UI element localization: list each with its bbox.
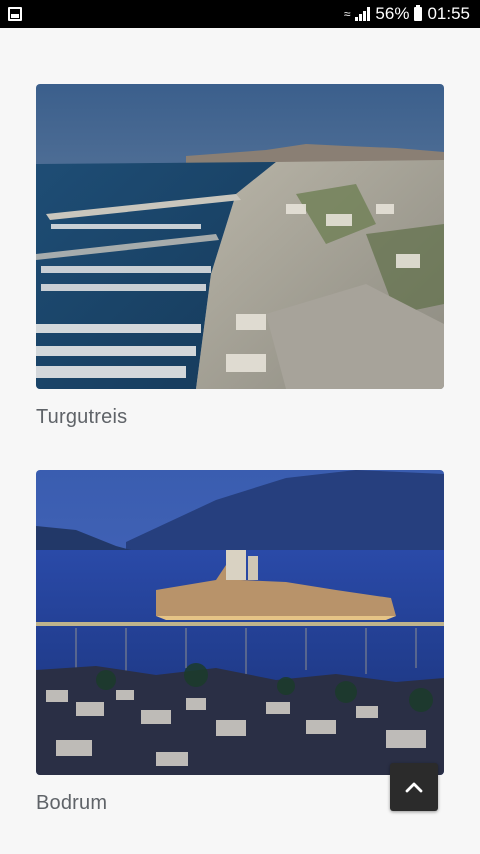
- page-content: Turgutreis Bodrum: [0, 28, 480, 854]
- card-title[interactable]: Bodrum: [36, 792, 444, 815]
- gallery-icon: [8, 7, 22, 21]
- chevron-up-icon: [405, 782, 423, 793]
- turgutreis-photo[interactable]: [36, 84, 444, 389]
- card-title[interactable]: Turgutreis: [36, 406, 444, 429]
- bodrum-photo[interactable]: [36, 470, 444, 775]
- status-right: ≈ 56% 01:55: [344, 4, 470, 24]
- signal-icon: [355, 7, 371, 21]
- battery-percent: 56%: [375, 4, 410, 23]
- scroll-to-top-button[interactable]: [390, 763, 438, 811]
- wifi-icon: ≈: [343, 7, 351, 21]
- battery-icon: [414, 5, 423, 21]
- destination-card-turgutreis[interactable]: Turgutreis: [36, 84, 444, 429]
- destination-card-bodrum[interactable]: Bodrum: [36, 470, 444, 815]
- status-bar: ≈ 56% 01:55: [0, 0, 480, 28]
- status-left: [8, 7, 22, 21]
- clock: 01:55: [427, 4, 470, 23]
